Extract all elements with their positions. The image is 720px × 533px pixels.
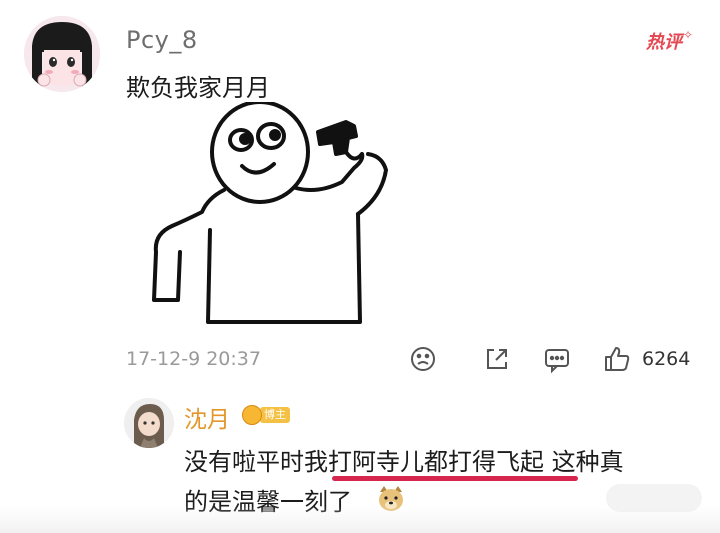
frown-face-icon[interactable] bbox=[408, 344, 438, 374]
comment-meta-row: 17-12-9 20:37 6264 bbox=[126, 342, 706, 376]
hot-badge-label: 热评 bbox=[646, 32, 682, 53]
reply-text-line1: 没有啦平时我打阿寺儿都打得飞起 这种真 bbox=[184, 448, 624, 476]
stick-figure-meme-image[interactable] bbox=[150, 100, 420, 334]
blogger-badge-label: 博主 bbox=[260, 407, 290, 423]
like-count: 6264 bbox=[642, 348, 691, 370]
reply-avatar[interactable] bbox=[124, 398, 174, 448]
comment-icon[interactable] bbox=[542, 344, 572, 374]
thumbs-up-icon[interactable] bbox=[602, 344, 632, 374]
reply-username[interactable]: 沈月 bbox=[184, 400, 230, 434]
avatar[interactable] bbox=[24, 16, 100, 92]
blogger-badge: 博主 bbox=[240, 404, 294, 426]
comment-username[interactable]: Pcy_8 bbox=[126, 26, 198, 54]
bottom-fade bbox=[0, 506, 720, 533]
comment-text: 欺负我家月月 bbox=[126, 74, 270, 102]
crown-face-icon bbox=[242, 405, 262, 425]
highlight-underline bbox=[332, 476, 578, 481]
spark-icon: ✧ bbox=[683, 28, 694, 42]
hot-comment-badge: 热评✧ bbox=[646, 28, 693, 54]
share-icon[interactable] bbox=[482, 344, 512, 374]
timestamp: 17-12-9 20:37 bbox=[126, 348, 261, 370]
